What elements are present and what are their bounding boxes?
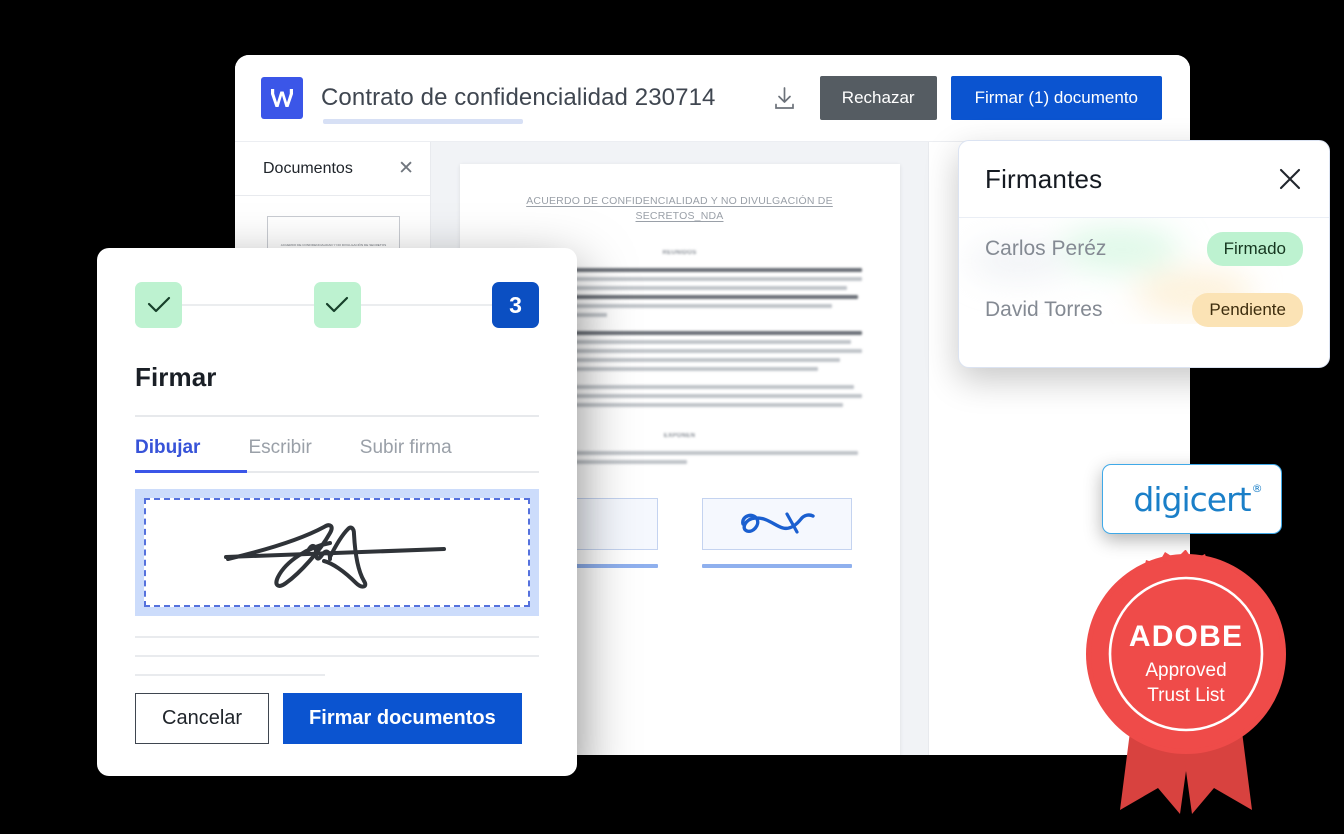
document-title-wrap: Contrato de confidencialidad 230714	[321, 84, 716, 124]
cancel-button[interactable]: Cancelar	[135, 693, 270, 744]
signature-method-tabs: Dibujar Escribir Subir firma	[135, 437, 539, 473]
status-badge: Firmado	[1206, 231, 1303, 266]
screenshot-stage: Contrato de confidencialidad 230714 Rech…	[0, 0, 1344, 834]
app-header: Contrato de confidencialidad 230714 Rech…	[235, 55, 1190, 142]
divider	[135, 636, 539, 638]
signer-name: Carlos Peréz	[985, 236, 1107, 260]
step-2-complete	[313, 282, 361, 328]
signature-box[interactable]	[701, 498, 852, 551]
seal-line-1: ADOBE	[1129, 620, 1243, 653]
digicert-label: digicert ®	[1133, 479, 1262, 519]
signature-field-signed[interactable]	[701, 498, 852, 569]
document-heading: ACUERDO DE CONFIDENCIALIDAD Y NO DIVULGA…	[526, 195, 833, 223]
tab-dibujar[interactable]: Dibujar	[135, 437, 200, 473]
signature-mark-icon	[740, 512, 815, 535]
sign-document-button[interactable]: Firmar (1) documento	[950, 76, 1162, 120]
step-3-current: 3	[492, 282, 539, 328]
step-connector	[182, 304, 314, 306]
signers-panel-header: Firmantes	[959, 141, 1329, 218]
digicert-wordmark: digicert	[1133, 479, 1251, 519]
seal-line-3: Trust List	[1147, 685, 1225, 706]
check-icon	[147, 296, 170, 313]
close-icon[interactable]	[1277, 166, 1303, 192]
status-badge: Pendiente	[1192, 292, 1303, 327]
tab-escribir[interactable]: Escribir	[248, 437, 311, 473]
title-underline	[323, 119, 523, 124]
adobe-trust-seal: ADOBE Approved Trust List	[1080, 548, 1292, 820]
divider	[135, 674, 325, 676]
signature-canvas-wrap	[135, 489, 539, 616]
step-1-complete	[135, 282, 182, 328]
close-icon[interactable]: ✕	[398, 159, 414, 178]
tab-subir-firma[interactable]: Subir firma	[360, 437, 452, 473]
list-item[interactable]: Carlos Peréz Firmado	[959, 218, 1329, 279]
decorative-rules	[135, 636, 539, 676]
signers-panel: Firmantes Carlos Peréz Firmado David Tor…	[958, 140, 1330, 368]
handwritten-signature-icon	[224, 522, 446, 589]
check-icon	[325, 296, 349, 313]
modal-actions: Cancelar Firmar documentos	[135, 693, 539, 744]
signer-name: David Torres	[985, 297, 1103, 321]
sidebar-header: Documentos ✕	[235, 142, 430, 196]
step-indicator: 3	[135, 282, 539, 328]
signers-panel-title: Firmantes	[985, 163, 1103, 194]
divider	[135, 415, 539, 417]
sign-documents-button[interactable]: Firmar documentos	[283, 693, 522, 744]
download-icon[interactable]	[768, 81, 802, 115]
modal-title: Firmar	[135, 362, 217, 392]
sidebar-item-documentos: Documentos	[263, 159, 353, 177]
digicert-badge: digicert ®	[1102, 464, 1282, 534]
w-logo-icon	[261, 77, 303, 119]
registered-mark: ®	[1251, 481, 1263, 495]
seal-line-2: Approved	[1145, 660, 1226, 681]
signature-canvas[interactable]	[144, 498, 530, 607]
step-connector	[360, 304, 492, 306]
reject-button[interactable]: Rechazar	[819, 76, 937, 120]
sign-modal: 3 Firmar Dibujar Escribir Subir firma Ca…	[97, 248, 577, 776]
signature-line	[701, 564, 852, 569]
page-title: Contrato de confidencialidad 230714	[321, 84, 716, 111]
list-item[interactable]: David Torres Pendiente	[959, 279, 1329, 340]
active-tab-indicator	[135, 470, 247, 473]
divider	[135, 655, 539, 657]
